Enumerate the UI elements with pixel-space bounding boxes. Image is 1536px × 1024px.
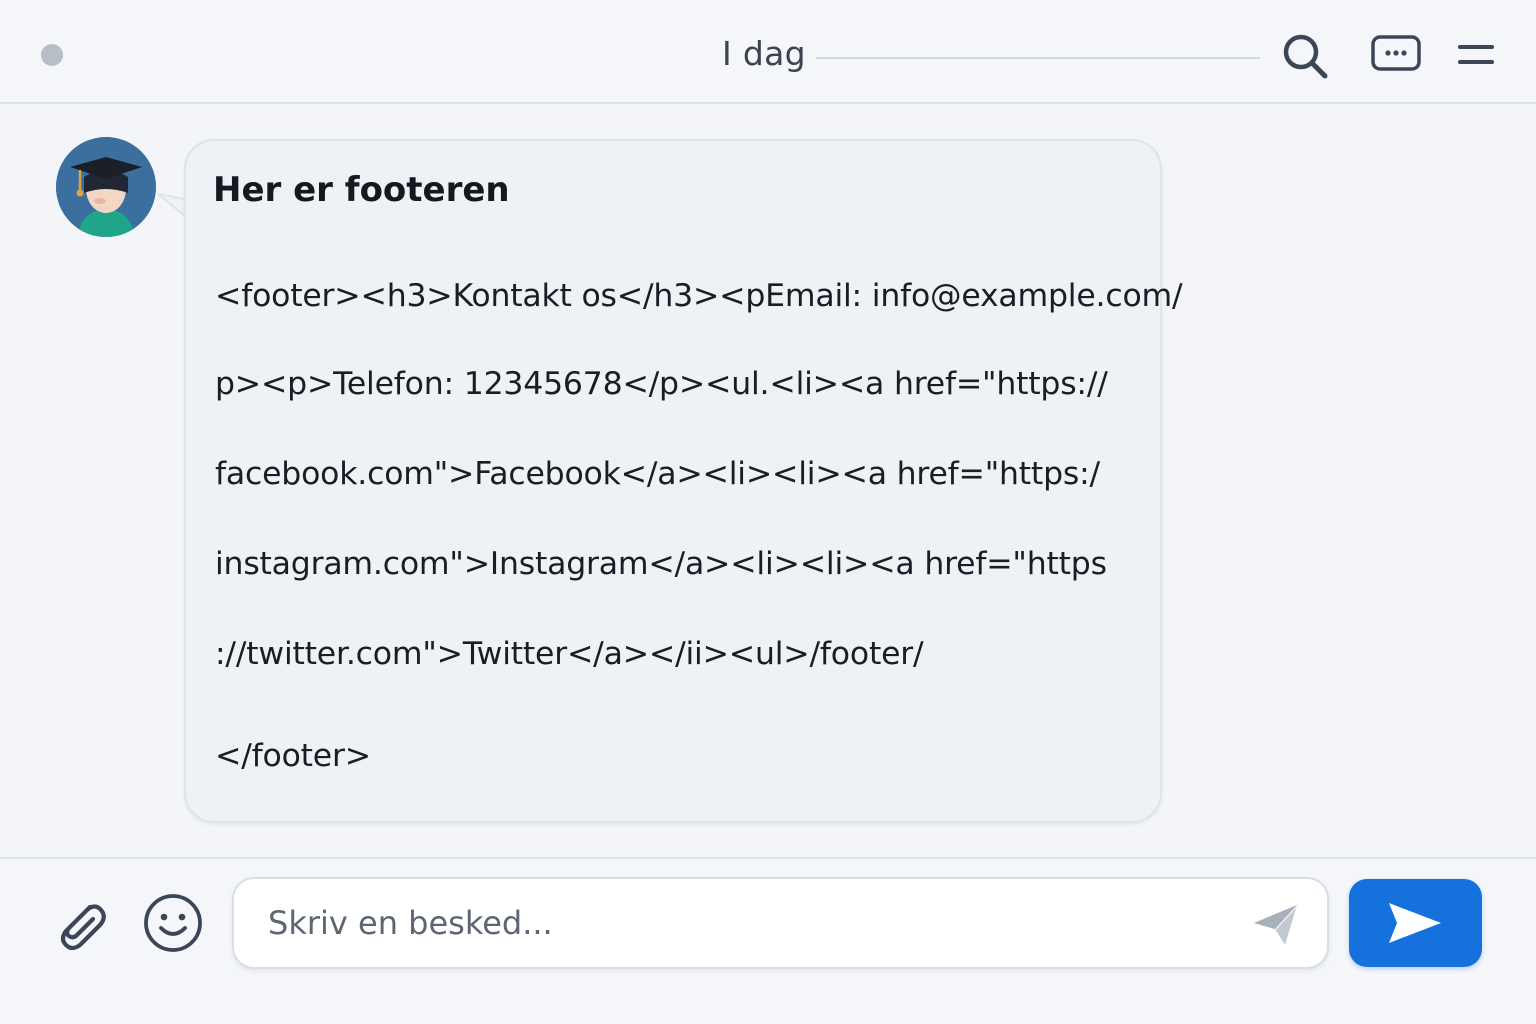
day-separator-line (816, 57, 1260, 59)
send-plane-icon[interactable] (1251, 901, 1301, 947)
message-code-line: facebook.com">Facebook</a><li><li><a hre… (215, 456, 1100, 492)
message-code-line: </footer> (215, 738, 371, 774)
graduate-avatar-icon (56, 137, 156, 237)
smiley-icon[interactable] (143, 893, 203, 953)
chat-header: I dag (0, 0, 1536, 104)
message-code-line: p><p>Telefon: 12345678</p><ul.<li><a hre… (215, 366, 1108, 402)
message-title: Her er footeren (213, 170, 510, 210)
message-input-container (232, 877, 1329, 969)
paperclip-icon[interactable] (50, 893, 108, 955)
day-separator-label: I dag (722, 34, 806, 73)
message-code-line: instagram.com">Instagram</a><li><li><a h… (215, 546, 1107, 582)
chat-bubble-icon[interactable] (1370, 34, 1422, 74)
chat-app: I dag Her er footeren <footer><h3>Kontak… (0, 0, 1536, 1024)
message-code-line: ://twitter.com">Twitter</a></ii><ul>/foo… (215, 636, 924, 672)
message-input[interactable] (268, 899, 1228, 947)
send-button[interactable] (1349, 879, 1482, 967)
menu-icon[interactable] (1457, 41, 1495, 69)
send-arrow-icon (1389, 903, 1441, 943)
message-code-line: <footer><h3>Kontakt os</h3><pEmail: info… (215, 278, 1183, 314)
search-icon[interactable] (1280, 31, 1330, 81)
status-dot (41, 44, 63, 66)
